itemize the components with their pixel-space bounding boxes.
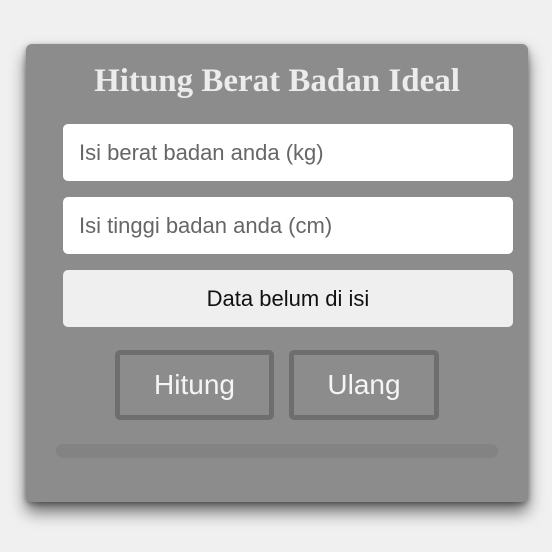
weight-input[interactable] — [63, 124, 513, 181]
height-input[interactable] — [63, 197, 513, 254]
result-display: Data belum di isi — [63, 270, 513, 327]
page-title: Hitung Berat Badan Ideal — [94, 63, 460, 99]
reset-button[interactable]: Ulang — [289, 350, 439, 420]
progress-bar — [56, 444, 498, 458]
calculate-button[interactable]: Hitung — [115, 350, 274, 420]
calculator-card: Hitung Berat Badan Ideal Data belum di i… — [26, 44, 528, 502]
